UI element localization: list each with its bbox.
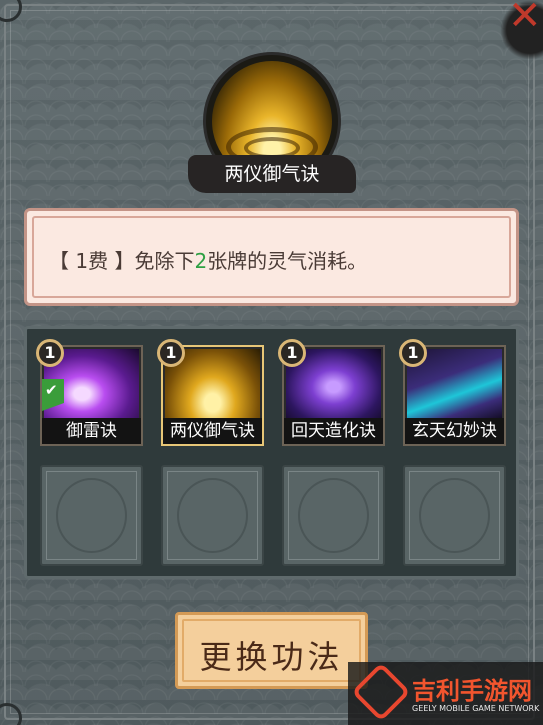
close-icon: ✕ [508,0,542,39]
slot-circle-icon [419,478,490,553]
cost-badge: 1 [36,339,64,367]
empty-card-slot[interactable] [403,465,506,566]
close-button[interactable]: ✕ [500,0,543,60]
description-prefix: 【 1费 】免除下 [49,249,195,273]
description-highlight: 2 [194,249,208,273]
skill-card-grid: ✔ 1 御雷诀 1 两仪御气诀 1 回天造化诀 1 玄天幻妙诀 [24,326,519,579]
watermark-subtitle: GEELY MOBILE GAME NETWORK [412,704,540,713]
skill-description: 【 1费 】免除下2张牌的灵气消耗。 [49,245,367,274]
skill-card-name: 玄天幻妙诀 [405,418,504,444]
skill-card[interactable]: 1 玄天幻妙诀 [399,339,506,446]
cost-badge: 1 [399,339,427,367]
skill-detail-panel: ✕ 两仪御气诀 【 1费 】免除下2张牌的灵气消耗。 ✔ 1 御雷诀 1 两仪御… [0,0,543,725]
skill-card-selected[interactable]: 1 两仪御气诀 [157,339,264,446]
cost-badge: 1 [278,339,306,367]
skill-name: 两仪御气诀 [188,155,356,193]
slot-circle-icon [298,478,369,553]
empty-card-slot[interactable] [161,465,264,566]
slot-circle-icon [56,478,127,553]
slot-circle-icon [177,478,248,553]
change-skill-label: 更换功法 [199,638,344,676]
skill-card-name: 御雷诀 [42,418,141,444]
skill-card[interactable]: ✔ 1 御雷诀 [36,339,143,446]
watermark: 吉利手游网 GEELY MOBILE GAME NETWORK [348,662,543,725]
skill-card-name: 两仪御气诀 [163,418,262,444]
cost-badge: 1 [157,339,185,367]
empty-card-slot[interactable] [40,465,143,566]
watermark-title: 吉利手游网 [412,677,532,705]
skill-card[interactable]: 1 回天造化诀 [278,339,385,446]
skill-card-name: 回天造化诀 [284,418,383,444]
change-skill-button[interactable]: 更换功法 [175,612,368,689]
watermark-logo-icon [351,662,411,722]
skill-description-box: 【 1费 】免除下2张牌的灵气消耗。 [24,208,519,306]
description-suffix: 张牌的灵气消耗。 [207,249,368,273]
empty-card-slot[interactable] [282,465,385,566]
